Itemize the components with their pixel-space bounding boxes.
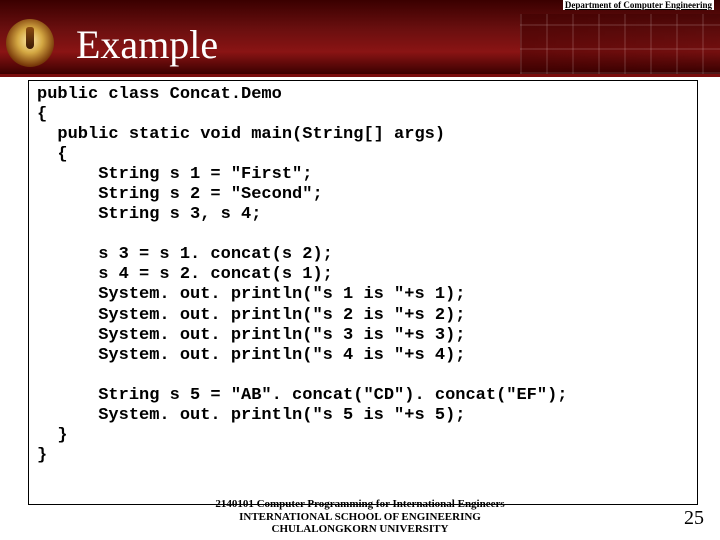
slide-title: Example bbox=[76, 21, 218, 68]
page-number: 25 bbox=[684, 507, 704, 530]
slide-header: Department of Computer Engineering Examp… bbox=[0, 0, 720, 74]
code-example-box: public class Concat.Demo { public static… bbox=[28, 80, 698, 505]
footer-university: CHULALONGKORN UNIVERSITY bbox=[0, 523, 720, 536]
university-seal-icon bbox=[6, 19, 54, 67]
title-bar: Example bbox=[0, 14, 720, 74]
footer-course: 2140101 Computer Programming for Interna… bbox=[0, 498, 720, 511]
slide-footer: 2140101 Computer Programming for Interna… bbox=[0, 498, 720, 536]
code-listing: public class Concat.Demo { public static… bbox=[37, 85, 689, 466]
header-divider bbox=[0, 74, 720, 77]
dept-label: Department of Computer Engineering bbox=[563, 0, 714, 10]
footer-school: INTERNATIONAL SCHOOL OF ENGINEERING bbox=[0, 511, 720, 524]
